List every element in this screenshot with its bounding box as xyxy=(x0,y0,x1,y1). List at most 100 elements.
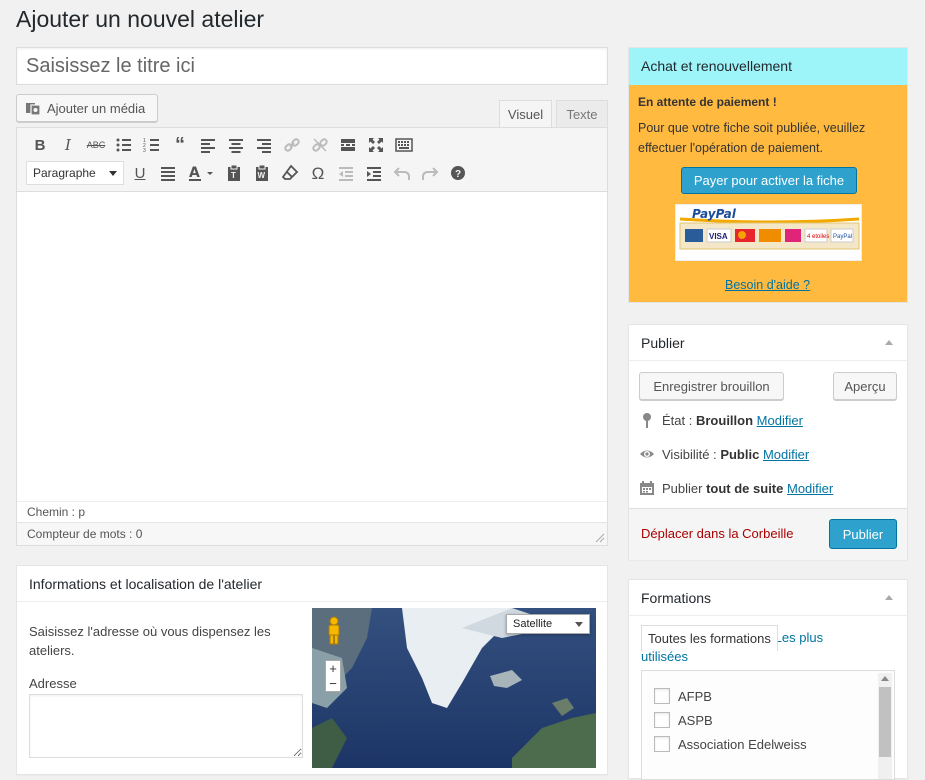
formation-label: ASPB xyxy=(678,712,713,728)
indent-icon[interactable] xyxy=(363,162,385,184)
tab-text[interactable]: Texte xyxy=(556,100,608,128)
page-title: Ajouter un nouvel atelier xyxy=(16,6,265,32)
blockquote-icon[interactable]: “ xyxy=(169,134,191,156)
tab-visual[interactable]: Visuel xyxy=(499,100,552,128)
location-map[interactable]: + − Satellite xyxy=(312,608,596,768)
formations-box-title: Formations xyxy=(629,580,907,616)
align-right-icon[interactable] xyxy=(253,134,275,156)
collapse-arrow-icon[interactable] xyxy=(885,595,893,600)
status-value: Brouillon xyxy=(695,412,754,428)
list-scrollbar[interactable] xyxy=(878,673,892,779)
toolbar-toggle-icon[interactable] xyxy=(393,134,415,156)
redo-icon[interactable] xyxy=(419,162,441,184)
special-character-icon[interactable]: Ω xyxy=(307,162,329,184)
unlink-icon[interactable] xyxy=(309,134,331,156)
preview-button[interactable]: Aperçu xyxy=(833,372,897,400)
strikethrough-icon[interactable]: ABC xyxy=(85,134,107,156)
list-item[interactable]: ASPB xyxy=(654,712,713,728)
collapse-arrow-icon[interactable] xyxy=(885,340,893,345)
checkbox[interactable] xyxy=(654,688,670,704)
scroll-thumb[interactable] xyxy=(879,687,891,757)
svg-text:3: 3 xyxy=(143,148,146,154)
chevron-down-icon xyxy=(575,621,583,627)
map-type-select[interactable]: Satellite xyxy=(506,614,590,634)
outdent-icon[interactable] xyxy=(335,162,357,184)
payment-status: En attente de paiement ! xyxy=(638,95,777,109)
align-left-icon[interactable] xyxy=(197,134,219,156)
clear-formatting-icon[interactable] xyxy=(279,162,301,184)
svg-text:T: T xyxy=(231,171,236,180)
modify-schedule-link[interactable]: Modifier xyxy=(787,481,833,496)
underline-icon[interactable]: U xyxy=(129,162,151,184)
svg-text:A: A xyxy=(189,165,200,181)
tab-all-formations[interactable]: Toutes les formations xyxy=(641,625,778,651)
element-path: Chemin : p xyxy=(17,501,607,522)
schedule-row: Publier tout de suite Modifier xyxy=(639,480,833,496)
status-row: État : Brouillon Modifier xyxy=(639,412,803,428)
fullscreen-icon[interactable] xyxy=(365,134,387,156)
resize-handle-icon[interactable] xyxy=(595,533,605,543)
save-draft-button[interactable]: Enregistrer brouillon xyxy=(639,372,784,400)
formations-checklist: AFPB ASPB Association Edelweiss xyxy=(641,670,895,780)
help-icon[interactable]: ? xyxy=(447,162,469,184)
publish-box: Publier Enregistrer brouillon Aperçu Éta… xyxy=(628,324,908,560)
zoom-out-icon[interactable]: − xyxy=(329,677,337,690)
read-more-icon[interactable] xyxy=(337,134,359,156)
content-editor: B I ABC 123 “ Paragraphe U A T W Ω ? Che… xyxy=(16,127,608,546)
pay-activate-button[interactable]: Payer pour activer la fiche xyxy=(681,167,857,194)
link-icon[interactable] xyxy=(281,134,303,156)
visibility-row: Visibilité : Public Modifier xyxy=(639,446,809,462)
publish-actions: Déplacer dans la Corbeille Publier xyxy=(629,508,907,560)
format-select-value: Paragraphe xyxy=(33,166,96,180)
address-input[interactable] xyxy=(29,694,303,758)
editor-content-area[interactable] xyxy=(17,192,607,501)
text-color-icon[interactable]: A xyxy=(185,162,219,184)
word-count-text: Compteur de mots : 0 xyxy=(27,527,143,541)
info-box-title: Informations et localisation de l'atelie… xyxy=(17,566,607,602)
scroll-up-icon[interactable] xyxy=(881,676,889,681)
align-center-icon[interactable] xyxy=(225,134,247,156)
map-zoom-control: + − xyxy=(325,660,341,692)
formation-label: AFPB xyxy=(678,688,712,704)
checkbox[interactable] xyxy=(654,712,670,728)
undo-icon[interactable] xyxy=(391,162,413,184)
payment-message: Pour que votre fiche soit publiée, veuil… xyxy=(638,121,866,155)
pin-icon xyxy=(643,413,651,428)
numbered-list-icon[interactable]: 123 xyxy=(141,134,163,156)
modify-status-link[interactable]: Modifier xyxy=(757,413,803,428)
media-icon xyxy=(26,103,41,116)
paste-word-icon[interactable]: W xyxy=(251,162,273,184)
checkbox[interactable] xyxy=(654,736,670,752)
svg-text:4 etoiles: 4 etoiles xyxy=(807,234,829,240)
zoom-in-icon[interactable]: + xyxy=(329,662,337,675)
bold-icon[interactable]: B xyxy=(29,134,51,156)
purchase-box-title: Achat et renouvellement xyxy=(629,48,907,85)
svg-text:W: W xyxy=(258,171,266,180)
schedule-label: Publier xyxy=(662,480,703,496)
publish-button[interactable]: Publier xyxy=(829,519,897,549)
info-location-box: Informations et localisation de l'atelie… xyxy=(16,565,608,775)
move-to-trash-link[interactable]: Déplacer dans la Corbeille xyxy=(641,526,793,541)
info-description: Saisissez l'adresse où vous dispensez le… xyxy=(29,624,271,658)
schedule-value: tout de suite xyxy=(706,480,784,496)
street-view-pegman-icon[interactable] xyxy=(326,616,342,646)
modify-visibility-link[interactable]: Modifier xyxy=(763,447,809,462)
help-link[interactable]: Besoin d'aide ? xyxy=(725,278,810,292)
svg-text:PayPal: PayPal xyxy=(833,234,852,240)
bullet-list-icon[interactable] xyxy=(113,134,135,156)
svg-text:VISA: VISA xyxy=(709,232,728,241)
paypal-cards-icon: PayPal VISA 4 etoiles PayPal xyxy=(679,207,860,250)
italic-icon[interactable]: I xyxy=(57,134,79,156)
formations-box: Formations Toutes les formations Les plu… xyxy=(628,579,908,780)
justify-icon[interactable] xyxy=(157,162,179,184)
status-label: État : xyxy=(662,412,693,428)
purchase-renewal-box: Achat et renouvellement En attente de pa… xyxy=(628,47,908,303)
post-title-input[interactable] xyxy=(16,47,608,85)
list-item[interactable]: AFPB xyxy=(654,688,712,704)
list-item[interactable]: Association Edelweiss xyxy=(654,736,807,752)
format-select[interactable]: Paragraphe xyxy=(26,161,124,185)
add-media-button[interactable]: Ajouter un média xyxy=(16,94,158,122)
paypal-wordmark: PayPal xyxy=(692,207,737,221)
paste-text-icon[interactable]: T xyxy=(223,162,245,184)
paypal-logo[interactable]: PayPal VISA 4 etoiles PayPal xyxy=(675,204,862,261)
